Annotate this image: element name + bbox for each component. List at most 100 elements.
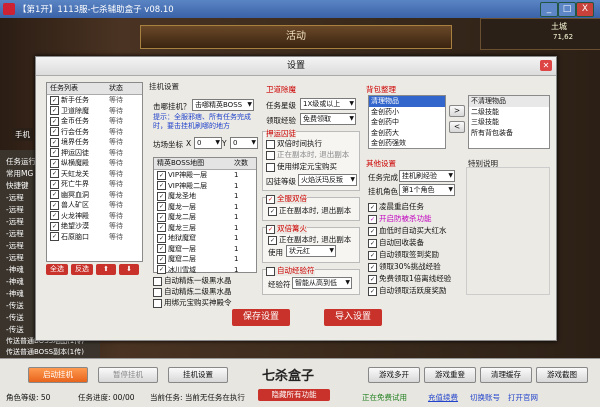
invert-select-button[interactable]: 反选	[71, 264, 93, 275]
boss-row[interactable]: ✓ 魔窟一层 1	[154, 244, 256, 255]
other-option[interactable]: ✓ 自动领取签到奖励	[368, 249, 439, 260]
boss-row[interactable]: ✓ VIP神殿一层 1	[154, 170, 256, 181]
boss-checkbox[interactable]: ✓	[157, 170, 166, 180]
bag-clean-item[interactable]: 金创药中	[369, 117, 445, 128]
relogin-button[interactable]: 游戏重登	[424, 367, 476, 383]
boss-row[interactable]: ✓ 魔窟二层 1	[154, 254, 256, 265]
task-row[interactable]: ✓ 境界任务 等待	[47, 137, 142, 148]
coord-y-input[interactable]: 0	[230, 137, 258, 149]
guard-exp-select[interactable]: 免费领取	[300, 113, 356, 125]
other-option[interactable]: ✓ 自动领取活跃度奖励	[368, 285, 447, 296]
task-row[interactable]: ✓ 绝望沙漠 等待	[47, 221, 142, 232]
task-row[interactable]: ✓ 死亡牛界 等待	[47, 179, 142, 190]
sidebar-item[interactable]: -神魂	[6, 288, 24, 299]
other-option[interactable]: ✓ 凌晨重启任务	[368, 201, 424, 212]
sidebar-item[interactable]: -远程	[6, 204, 24, 215]
screenshot-button[interactable]: 游戏截图	[536, 367, 588, 383]
recharge-link[interactable]: 充值续费	[428, 392, 458, 403]
select-all-button[interactable]: 全选	[46, 264, 68, 275]
escort-exit-dungeon[interactable]: 正在副本时, 退出副本	[266, 149, 349, 160]
task-checkbox[interactable]: ✓	[50, 158, 59, 168]
sidebar-item[interactable]: -远程	[6, 192, 24, 203]
hang-settings-button[interactable]: 挂机设置	[168, 367, 228, 383]
minimize-button[interactable]: _	[540, 2, 558, 17]
boss-row[interactable]: ✓ 魔龙一层 1	[154, 202, 256, 213]
autoexp-select[interactable]: 智能从高到低	[292, 277, 352, 289]
bag-clean-list[interactable]: 清理物品金创药小金创药中金创药大金创药强效魔法药小魔法药中	[368, 95, 446, 149]
task-checkbox[interactable]: ✓	[50, 116, 59, 126]
escort-buy-bound[interactable]: 使用绑定元宝购买	[266, 161, 337, 172]
boss-checkbox[interactable]: ✓	[157, 212, 166, 222]
boss-row[interactable]: ✓ 魔龙圣地 1	[154, 191, 256, 202]
task-row[interactable]: ✓ 幽冥血洞 等待	[47, 190, 142, 201]
open-homepage-link[interactable]: 打开官网	[508, 392, 538, 403]
task-checkbox[interactable]: ✓	[50, 232, 59, 241]
hide-all-button[interactable]: 隐藏所有功能	[258, 389, 330, 401]
sidebar-item[interactable]: -传送	[6, 300, 24, 311]
task-row[interactable]: ✓ 金币任务 等待	[47, 116, 142, 127]
task-row[interactable]: ✓ 行会任务 等待	[47, 127, 142, 138]
task-checkbox[interactable]: ✓	[50, 221, 59, 231]
boss-checkbox[interactable]: ✓	[157, 265, 166, 274]
bag-keep-item[interactable]: 三级技能	[469, 117, 549, 128]
bag-keep-list[interactable]: 不清理物品 二级技能 三级技能 所有背包装备	[468, 95, 550, 149]
sidebar-item[interactable]: -神魂	[6, 276, 24, 287]
task-checkbox[interactable]: ✓	[50, 190, 59, 199]
move-left-button[interactable]: <	[449, 121, 465, 133]
option-checkbox[interactable]: ✓	[368, 250, 377, 260]
task-checkbox[interactable]: ✓	[50, 169, 59, 178]
move-right-button[interactable]: >	[449, 105, 465, 117]
sidebar-item[interactable]: -远程	[6, 240, 24, 251]
other-option[interactable]: ✓ 自动回收装备	[368, 237, 424, 248]
role-select[interactable]: 第1个角色	[399, 184, 455, 196]
bag-clean-item[interactable]: 金创药大	[369, 128, 445, 139]
option-checkbox[interactable]: ✓	[368, 274, 377, 284]
opt-black-crystal-1[interactable]: 自动精炼一级黑水晶	[153, 275, 232, 286]
boss-row[interactable]: ✓ VIP神殿二层 1	[154, 181, 256, 192]
task-checkbox[interactable]: ✓	[50, 200, 59, 210]
task-checkbox[interactable]: ✓	[50, 106, 59, 115]
sidebar-item[interactable]: -远程	[6, 216, 24, 227]
task-checkbox[interactable]: ✓	[50, 179, 59, 189]
import-settings-button[interactable]: 导入设置	[324, 309, 382, 326]
task-checkbox[interactable]: ✓	[50, 95, 59, 105]
task-row[interactable]: ✓ 兽人矿区 等待	[47, 200, 142, 211]
sidebar-item[interactable]: 快捷键	[6, 180, 29, 191]
maximize-button[interactable]: □	[558, 2, 576, 17]
boss-checkbox[interactable]: ✓	[157, 244, 166, 253]
task-row[interactable]: ✓ 纵横魔殿 等待	[47, 158, 142, 169]
task-row[interactable]: ✓ 卫道除魔 等待	[47, 106, 142, 117]
option-checkbox[interactable]: ✓	[368, 238, 377, 248]
task-checkbox[interactable]: ✓	[50, 127, 59, 136]
left-tab[interactable]: 手机	[12, 128, 33, 141]
kill-select[interactable]: 击哪精英BOSS	[192, 99, 254, 111]
move-up-button[interactable]: ⬆	[96, 264, 116, 275]
other-option[interactable]: ✓ 免费领取1倍离线经验	[368, 273, 451, 284]
switch-account-link[interactable]: 切换账号	[470, 392, 500, 403]
task-checkbox[interactable]: ✓	[50, 148, 59, 157]
boss-row[interactable]: ✓ 魔龙三层 1	[154, 223, 256, 234]
boss-checkbox[interactable]: ✓	[157, 181, 166, 190]
close-button[interactable]: X	[576, 2, 594, 17]
sidebar-item[interactable]: -传送	[6, 324, 24, 335]
doublefire-exit-dungeon[interactable]: ✓ 正在副本时, 退出副本	[268, 234, 351, 245]
task-checkbox[interactable]: ✓	[50, 137, 59, 147]
bag-keep-item[interactable]: 所有背包装备	[469, 128, 549, 139]
option-checkbox[interactable]: ✓	[368, 214, 377, 224]
option-checkbox[interactable]: ✓	[368, 226, 377, 236]
doublefire-use-select[interactable]: 状元红	[286, 245, 336, 257]
boss-row[interactable]: ✓ 魔龙二层 1	[154, 212, 256, 223]
opt-black-crystal-2[interactable]: 自动精炼二级黑水晶	[153, 286, 232, 297]
task-checkbox[interactable]: ✓	[50, 211, 59, 220]
boss-checkbox[interactable]: ✓	[157, 202, 166, 211]
sidebar-item[interactable]: 常用MG	[6, 168, 33, 179]
option-checkbox[interactable]: ✓	[368, 286, 377, 296]
pause-hang-button[interactable]: 暂停挂机	[98, 367, 158, 383]
bag-keep-item[interactable]: 二级技能	[469, 107, 549, 118]
task-row[interactable]: ✓ 押运囚徒 等待	[47, 148, 142, 159]
bag-clean-item[interactable]: 金创药小	[369, 107, 445, 118]
allserver-exit-dungeon[interactable]: ✓ 正在副本时, 退出副本	[268, 205, 351, 216]
boss-checkbox[interactable]: ✓	[157, 254, 166, 264]
task-row[interactable]: ✓ 新手任务 等待	[47, 95, 142, 106]
boss-row[interactable]: ✓ 冰川雪域 1	[154, 265, 256, 276]
